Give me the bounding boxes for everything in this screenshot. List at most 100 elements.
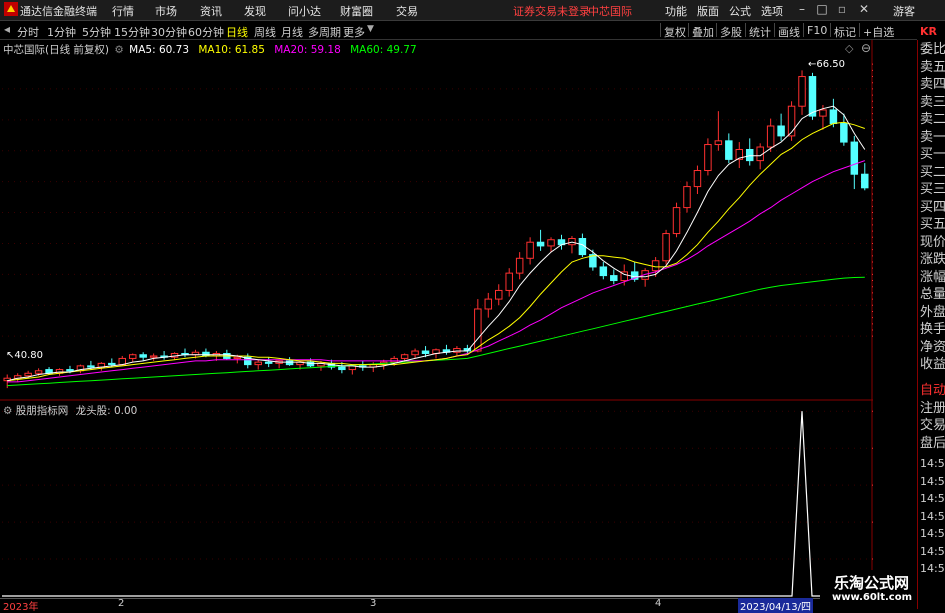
- f10-button[interactable]: F10: [807, 24, 827, 37]
- period-tab-15min[interactable]: 15分钟: [114, 24, 150, 40]
- candle: [599, 262, 608, 280]
- menu-item-trade[interactable]: 交易: [396, 3, 418, 19]
- mark-button[interactable]: 标记: [834, 24, 856, 40]
- chart-grid: [0, 40, 873, 600]
- trade-login-notice[interactable]: 证券交易未登录: [513, 3, 590, 19]
- menu-item-layout[interactable]: 版面: [697, 3, 719, 19]
- indicator-value-label: 龙头股: 0.00: [75, 405, 138, 417]
- candle-body: [484, 298, 493, 310]
- menu-item-news[interactable]: 资讯: [200, 3, 222, 19]
- menu-item-discover[interactable]: 发现: [244, 3, 266, 19]
- candle: [777, 113, 785, 141]
- candle-body: [745, 148, 754, 162]
- candle: [275, 359, 283, 369]
- candle-body: [672, 207, 681, 235]
- period-tab-30min[interactable]: 30分钟: [151, 24, 187, 40]
- overlay-button[interactable]: 叠加: [692, 24, 714, 40]
- period-tab-multi[interactable]: 多周期: [308, 24, 341, 40]
- candle: [285, 357, 294, 366]
- candle: [756, 143, 764, 170]
- restore-icon[interactable]: ▫: [833, 1, 851, 17]
- candle: [515, 252, 524, 280]
- add-watchlist-button[interactable]: +自选: [863, 24, 894, 40]
- ma5-label: MA5: 60.73: [129, 44, 189, 56]
- watermark-title: 乐淘公式网: [834, 574, 910, 592]
- cursor-date-label: 2023/04/13/四: [738, 598, 814, 613]
- quote-field-label: 涨跌: [920, 252, 945, 267]
- period-tab-weekly[interactable]: 周线: [254, 24, 276, 40]
- candle-body: [798, 76, 806, 107]
- kr-badge[interactable]: KR: [917, 24, 945, 40]
- menu-item-hangqing[interactable]: 行情: [112, 3, 134, 19]
- chevron-down-icon[interactable]: ▼: [367, 24, 374, 34]
- menu-item-options[interactable]: 选项: [761, 3, 783, 19]
- trade-time: 14:56: [920, 509, 945, 523]
- candle-body: [662, 233, 670, 262]
- diamond-icon[interactable]: ◇: [845, 42, 853, 55]
- status-label[interactable]: 自动: [920, 383, 945, 400]
- candle-body: [829, 109, 838, 125]
- quote-side-panel: 委比 卖五 卖四 卖三 卖二 卖一 买一 买二 买三 买四 买五 现价 涨跌 涨幅 总量 外盘 换手 净资 收益 自…: [917, 40, 945, 609]
- kline-chart[interactable]: 45.0047.5050.0052.5055.0057.5060.0062.50…: [0, 40, 873, 600]
- adjust-button[interactable]: 复权: [664, 24, 686, 40]
- maximize-icon[interactable]: □: [813, 1, 831, 17]
- status-label[interactable]: 盘后: [920, 436, 945, 453]
- menu-item-function[interactable]: 功能: [665, 3, 687, 19]
- guest-label[interactable]: 游客: [893, 3, 915, 19]
- status-label[interactable]: 注册: [920, 401, 945, 418]
- candle: [359, 360, 367, 371]
- candle-body: [254, 361, 262, 366]
- trade-time: 14:56: [920, 474, 945, 488]
- menu-item-wealth[interactable]: 财富圈: [340, 3, 373, 19]
- candle-body: [704, 144, 712, 172]
- collapse-icon[interactable]: ◂: [4, 22, 10, 36]
- period-tab-intraday[interactable]: 分时: [17, 24, 39, 40]
- date-axis: 2023年 2 3 4 2023/04/13/四: [0, 598, 873, 613]
- indicator-settings-icon[interactable]: ⚙: [3, 405, 12, 417]
- ma20-label: MA20: 59.18: [274, 44, 341, 56]
- indicator-legend: ⚙ 股朋指标网 龙头股: 0.00: [3, 403, 137, 418]
- indicator-title: 股朋指标网: [15, 405, 69, 417]
- trade-time: 14:56: [920, 527, 945, 540]
- statistics-button[interactable]: 统计: [749, 24, 771, 40]
- period-tab-60min[interactable]: 60分钟: [188, 24, 224, 40]
- period-tab-more[interactable]: 更多: [343, 24, 365, 40]
- candle-body: [808, 76, 817, 117]
- candle: [536, 229, 545, 251]
- status-label[interactable]: 交易: [920, 418, 945, 435]
- toolbar-divider: [745, 23, 746, 37]
- ma5-line: [7, 105, 866, 382]
- candle: [714, 111, 723, 151]
- candle: [568, 236, 576, 254]
- draw-line-button[interactable]: 画线: [778, 24, 800, 40]
- candle: [861, 163, 869, 191]
- candle-body: [777, 125, 785, 137]
- settings-gear-icon[interactable]: ⚙: [114, 44, 123, 56]
- candle-body: [400, 354, 409, 359]
- candle-body: [421, 350, 430, 354]
- minus-circle-icon[interactable]: ⊖: [861, 41, 871, 55]
- quote-field-label: 卖一: [920, 129, 945, 145]
- period-tab-daily[interactable]: 日线: [226, 24, 248, 40]
- period-tab-1min[interactable]: 1分钟: [47, 24, 76, 40]
- multi-stock-button[interactable]: 多股: [720, 24, 742, 40]
- quote-field-label: 外盘: [920, 304, 945, 320]
- quote-field-label: 买五: [920, 217, 945, 232]
- moving-average-lines: [7, 105, 866, 387]
- menu-item-formula[interactable]: 公式: [729, 3, 751, 19]
- close-icon[interactable]: ✕: [855, 1, 873, 17]
- watermark: 乐淘公式网 www.60lt.com: [820, 570, 916, 609]
- candle-body: [233, 356, 242, 359]
- menu-item-ask[interactable]: 问小达: [288, 3, 321, 19]
- menu-item-market[interactable]: 市场: [155, 3, 177, 19]
- indicator-panel: 0.200.400.600.801.00: [2, 410, 873, 597]
- minimize-icon[interactable]: –: [793, 1, 811, 17]
- period-tab-5min[interactable]: 5分钟: [82, 24, 111, 40]
- candle-body: [66, 369, 74, 372]
- quote-field-label: 买一: [920, 147, 945, 162]
- candle: [735, 142, 744, 169]
- candle: [128, 353, 137, 363]
- date-label-feb: 2: [118, 598, 125, 609]
- toolbar-divider: [774, 23, 775, 37]
- period-tab-monthly[interactable]: 月线: [281, 24, 303, 40]
